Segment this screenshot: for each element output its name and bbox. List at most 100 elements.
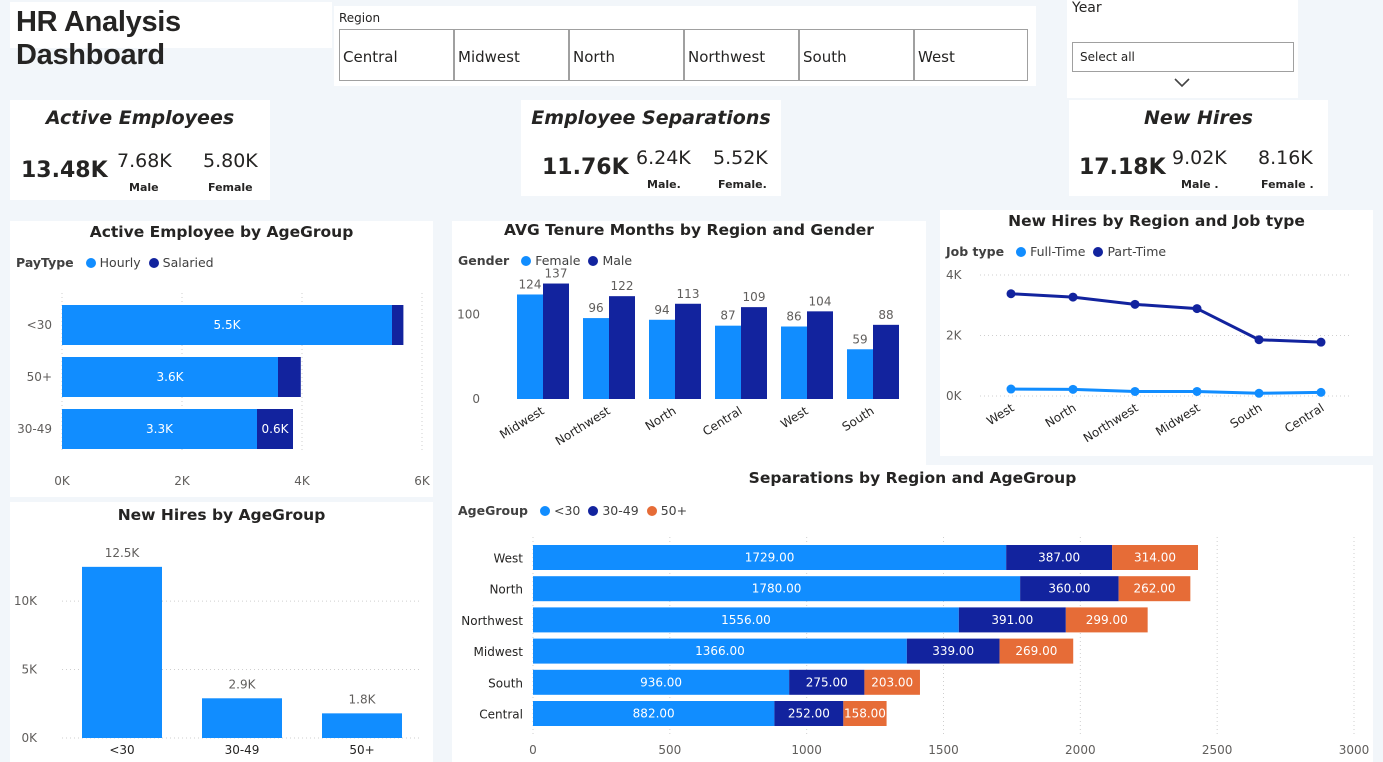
data-label: 12.5K xyxy=(105,546,141,560)
x-category-label: West xyxy=(778,404,811,432)
separations-plot: 0 500 1000 1500 2000 2500 3000 West 1729.00 387.0… xyxy=(461,537,1370,757)
bar-male xyxy=(873,324,899,399)
year-slicer-label: Year xyxy=(1072,0,1102,16)
region-option-north[interactable]: North xyxy=(569,29,684,81)
y-category-label: 50+ xyxy=(27,370,52,384)
region-option-northwest[interactable]: Northwest xyxy=(684,29,799,81)
y-tick-label: 5K xyxy=(21,663,38,677)
data-label: 109 xyxy=(743,290,766,304)
data-label: 339.00 xyxy=(932,644,974,658)
data-label: 299.00 xyxy=(1086,613,1128,627)
region-option-west[interactable]: West xyxy=(914,29,1028,81)
line-full-time xyxy=(1010,387,1322,395)
kpi-hires-total: 17.18K xyxy=(1079,155,1166,180)
x-category-label: 30-49 xyxy=(225,743,260,757)
kpi-active-title: Active Employees xyxy=(45,107,235,129)
title-card: HR Analysis Dashboard xyxy=(10,2,332,71)
kpi-hires-title: New Hires xyxy=(1144,107,1253,129)
point-part-time xyxy=(1254,335,1264,345)
bar-male xyxy=(543,283,569,399)
x-tick-label: 2000 xyxy=(1065,743,1096,757)
data-label: 269.00 xyxy=(1015,644,1057,658)
chevron-down-icon[interactable] xyxy=(1173,77,1191,89)
kpi-active-employees: Active Employees 13.48K 7.68K Male 5.80K… xyxy=(10,100,270,200)
region-option-south[interactable]: South xyxy=(799,29,914,81)
data-label: 314.00 xyxy=(1134,551,1176,565)
kpi-active-female: 5.80K xyxy=(203,150,258,172)
kpi-active-male: 7.68K xyxy=(117,150,172,172)
year-dropdown-value: Select all xyxy=(1080,50,1135,64)
x-category-label: Central xyxy=(1282,401,1326,436)
point-part-time xyxy=(1068,292,1078,302)
data-label: 391.00 xyxy=(991,613,1033,627)
point-full-time xyxy=(1068,384,1078,394)
y-tick-label: 4K xyxy=(946,268,963,282)
kpi-separations-male-label: Male. xyxy=(647,178,681,191)
data-label: 262.00 xyxy=(1133,582,1175,596)
point-full-time xyxy=(1316,387,1326,397)
active-by-agegroup-chart: Active Employee by AgeGroup PayType Hour… xyxy=(10,221,433,497)
data-label: 882.00 xyxy=(633,707,675,721)
data-label: 936.00 xyxy=(640,675,682,689)
y-category-label: Northwest xyxy=(461,614,523,628)
y-category-label: Central xyxy=(479,708,523,722)
y-category-label: South xyxy=(488,676,523,690)
region-slicer-label: Region xyxy=(339,11,381,25)
kpi-separations-title: Employee Separations xyxy=(531,107,771,129)
x-category-label: South xyxy=(1228,401,1265,431)
data-label: 88 xyxy=(878,308,893,322)
data-label: 252.00 xyxy=(788,707,830,721)
x-tick-label: 1500 xyxy=(928,743,959,757)
hires-agegroup-plot: 0K 5K 10K 12.5K <30 2.9K 30-49 1.8K 50+ xyxy=(14,546,422,757)
point-part-time xyxy=(1006,289,1016,299)
data-label: 1.8K xyxy=(349,692,377,706)
x-tick-label: 0 xyxy=(529,743,537,757)
x-category-label: West xyxy=(984,401,1017,429)
bar-salaried xyxy=(392,305,404,345)
bar-male xyxy=(807,311,833,399)
data-label: 158.00 xyxy=(844,707,886,721)
point-full-time xyxy=(1254,388,1264,398)
point-full-time xyxy=(1192,386,1202,396)
data-label: 137 xyxy=(545,267,568,281)
bar-50plus xyxy=(322,713,402,738)
region-slicer: Region Central Midwest North Northwest S… xyxy=(334,6,1036,86)
region-option-midwest[interactable]: Midwest xyxy=(454,29,569,81)
kpi-new-hires: New Hires 17.18K 9.02K Male . 8.16K Fema… xyxy=(1069,100,1328,196)
data-label: 275.00 xyxy=(806,675,848,689)
data-label: 104 xyxy=(809,294,832,308)
data-label: 360.00 xyxy=(1048,582,1090,596)
data-label: 94 xyxy=(654,303,669,317)
x-category-label: North xyxy=(1043,401,1079,431)
active-by-agegroup-plot: 0K 2K 4K 6K <30 5.5K 50+ 3.6K 30-49 3.3K 0.6K xyxy=(17,293,431,488)
x-tick-label: 3000 xyxy=(1339,743,1370,757)
x-category-label: Central xyxy=(700,404,744,439)
point-part-time xyxy=(1316,337,1326,347)
bar-male xyxy=(609,296,635,399)
data-label: 3.6K xyxy=(157,370,185,384)
x-category-label: Midwest xyxy=(1153,401,1203,439)
x-tick-label: 2500 xyxy=(1202,743,1233,757)
x-category-label: Northwest xyxy=(1081,401,1141,446)
bar-lt30 xyxy=(82,566,162,738)
year-dropdown[interactable]: Select all xyxy=(1072,42,1294,72)
year-slicer: Year Select all xyxy=(1067,0,1298,98)
data-label: 203.00 xyxy=(871,675,913,689)
kpi-active-female-label: Female xyxy=(208,181,253,194)
x-category-label: <30 xyxy=(109,743,134,757)
hires-jobtype-plot: 0K 2K 4K West North Northwest Midwest South Cent… xyxy=(946,268,1352,446)
data-label: 59 xyxy=(852,332,867,346)
x-category-label: Northwest xyxy=(553,404,613,449)
y-category-label: 30-49 xyxy=(17,422,52,436)
y-category-label: <30 xyxy=(27,318,52,332)
kpi-hires-male: 9.02K xyxy=(1172,147,1227,169)
data-label: 1366.00 xyxy=(695,644,745,658)
hires-agegroup-chart: New Hires by AgeGroup 0K 5K 10K 12.5K <30 2.9… xyxy=(10,502,433,762)
region-option-central[interactable]: Central xyxy=(339,29,454,81)
data-label: 5.5K xyxy=(214,318,242,332)
y-tick-label: 0K xyxy=(946,389,963,403)
x-tick-label: 1000 xyxy=(791,743,822,757)
data-label: 0.6K xyxy=(262,422,290,436)
line-part-time xyxy=(1010,292,1322,344)
bar-female xyxy=(583,318,609,399)
